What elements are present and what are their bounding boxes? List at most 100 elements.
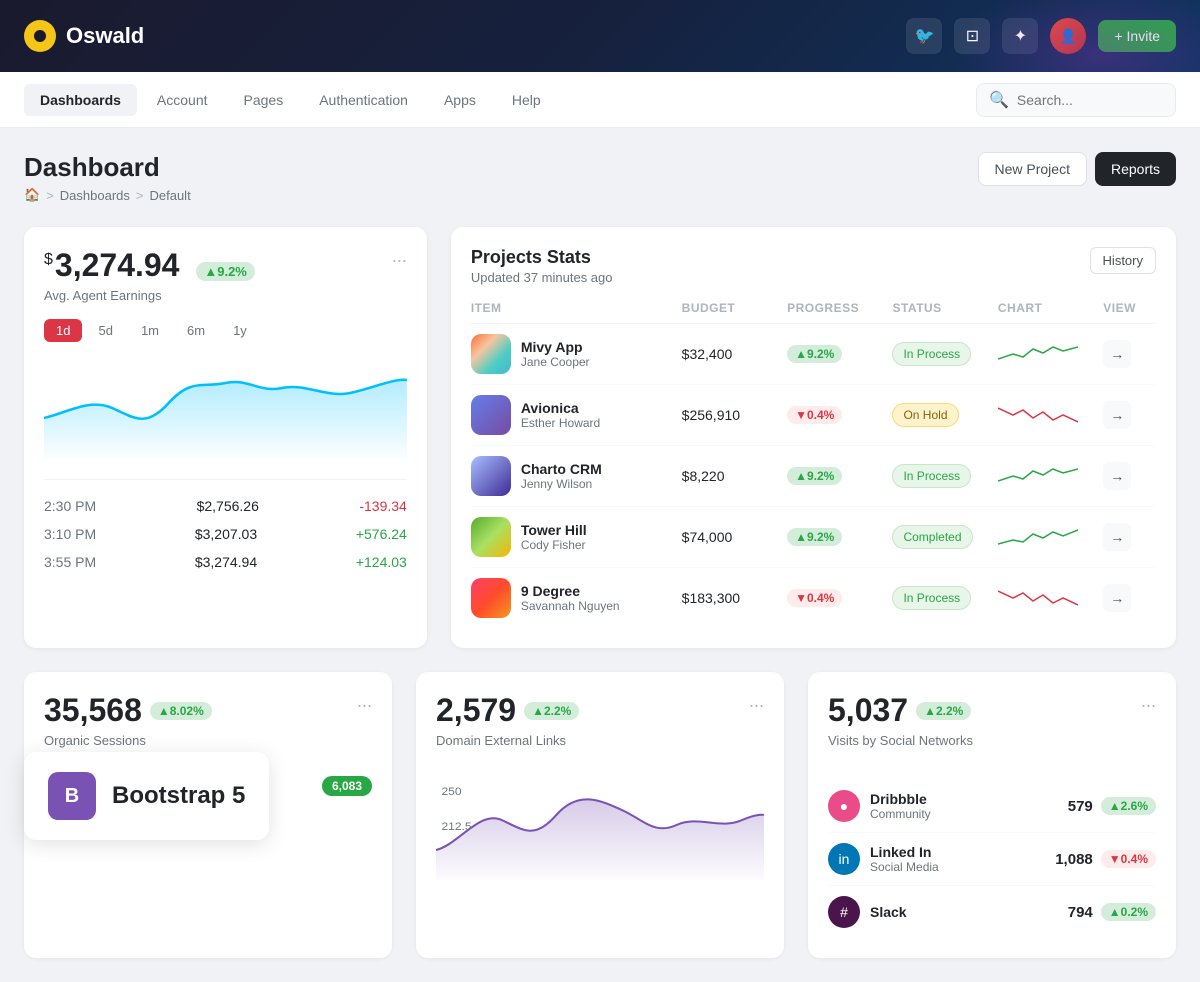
- nav-item-authentication[interactable]: Authentication: [303, 84, 424, 116]
- sessions-label: Organic Sessions: [44, 733, 212, 748]
- slack-stats: 794 ▲0.2%: [1068, 903, 1156, 921]
- project-name-area-3: Charto CRM Jenny Wilson: [521, 461, 602, 491]
- col-item: ITEM: [471, 301, 682, 315]
- nav-item-pages[interactable]: Pages: [228, 84, 300, 116]
- breadcrumb-sep2: >: [136, 188, 144, 203]
- invite-button[interactable]: + Invite: [1098, 20, 1176, 52]
- dribbble-icon: ●: [828, 790, 860, 822]
- project-icon-3: [471, 456, 511, 496]
- project-icon-5: [471, 578, 511, 618]
- col-status: STATUS: [892, 301, 997, 315]
- social-info-slack: # Slack: [828, 896, 907, 928]
- domain-value-row: 2,579 ▲2.2%: [436, 692, 579, 729]
- country-value: 6,083: [322, 776, 372, 796]
- project-person-5: Savannah Nguyen: [521, 599, 620, 613]
- domain-card: 2,579 ▲2.2% Domain External Links ...: [416, 672, 784, 958]
- progress-2: ▼0.4%: [787, 406, 892, 424]
- earnings-more-btn[interactable]: ...: [392, 247, 407, 265]
- svg-text:250: 250: [441, 786, 461, 797]
- col-progress: PROGRESS: [787, 301, 892, 315]
- earnings-amount: $3,274.94 ▲9.2%: [44, 247, 255, 284]
- sessions-value: 35,568: [44, 692, 142, 729]
- sessions-more-btn[interactable]: ...: [357, 692, 372, 710]
- project-row-4: Tower Hill Cody Fisher $74,000 ▲9.2% Com…: [471, 507, 1156, 568]
- notifications-icon[interactable]: 🐦: [906, 18, 942, 54]
- history-button[interactable]: History: [1090, 247, 1156, 274]
- earnings-table: 2:30 PM $2,756.26 -139.34 3:10 PM $3,207…: [44, 479, 407, 576]
- time-filter-5d[interactable]: 5d: [86, 319, 124, 342]
- time-filter-1m[interactable]: 1m: [129, 319, 171, 342]
- col-budget: BUDGET: [682, 301, 787, 315]
- user-avatar[interactable]: 👤: [1050, 18, 1086, 54]
- social-row-dribbble: ● Dribbble Community 579 ▲2.6%: [828, 780, 1156, 833]
- nav-item-help[interactable]: Help: [496, 84, 557, 116]
- view-btn-5[interactable]: →: [1103, 584, 1131, 612]
- social-row-slack: # Slack 794 ▲0.2%: [828, 886, 1156, 938]
- domain-value: 2,579: [436, 692, 516, 729]
- project-name-1: Mivy App: [521, 339, 590, 355]
- messages-icon[interactable]: ⊡: [954, 18, 990, 54]
- new-project-button[interactable]: New Project: [978, 152, 1087, 186]
- social-badge: ▲2.2%: [916, 702, 971, 720]
- social-info-dribbble: ● Dribbble Community: [828, 790, 931, 822]
- project-person-2: Esther Howard: [521, 416, 600, 430]
- view-3: →: [1103, 462, 1156, 490]
- earnings-badge: ▲9.2%: [196, 262, 255, 281]
- earnings-chart: [44, 358, 407, 463]
- time-filter-1d[interactable]: 1d: [44, 319, 82, 342]
- app-name: Oswald: [66, 23, 144, 49]
- social-name-area-slack: Slack: [870, 904, 907, 920]
- domain-main: 2,579 ▲2.2% Domain External Links: [436, 692, 579, 764]
- progress-4: ▲9.2%: [787, 528, 892, 546]
- nav-item-account[interactable]: Account: [141, 84, 224, 116]
- project-name-3: Charto CRM: [521, 461, 602, 477]
- project-name-5: 9 Degree: [521, 583, 620, 599]
- project-icon-1: [471, 334, 511, 374]
- change-2: +576.24: [356, 526, 407, 542]
- domain-chart: 250 212.5: [436, 780, 764, 880]
- reports-button[interactable]: Reports: [1095, 152, 1176, 186]
- view-btn-1[interactable]: →: [1103, 340, 1131, 368]
- social-more-btn[interactable]: ...: [1141, 692, 1156, 710]
- breadcrumb-dashboards[interactable]: Dashboards: [60, 188, 130, 203]
- chart-2: [998, 400, 1103, 430]
- page-header: Dashboard 🏠 > Dashboards > Default New P…: [24, 152, 1176, 203]
- view-btn-4[interactable]: →: [1103, 523, 1131, 551]
- domain-more-btn[interactable]: ...: [749, 692, 764, 710]
- view-btn-2[interactable]: →: [1103, 401, 1131, 429]
- search-input[interactable]: [1017, 92, 1163, 108]
- projects-header: Projects Stats Updated 37 minutes ago Hi…: [471, 247, 1156, 285]
- earnings-currency: $: [44, 251, 53, 268]
- budget-5: $183,300: [682, 590, 787, 606]
- project-info-3: Charto CRM Jenny Wilson: [471, 456, 682, 496]
- nav-item-apps[interactable]: Apps: [428, 84, 492, 116]
- view-btn-3[interactable]: →: [1103, 462, 1131, 490]
- project-info-4: Tower Hill Cody Fisher: [471, 517, 682, 557]
- view-5: →: [1103, 584, 1156, 612]
- breadcrumb-default: Default: [149, 188, 190, 203]
- earnings-card: $3,274.94 ▲9.2% Avg. Agent Earnings ... …: [24, 227, 427, 648]
- earnings-row-2: 3:10 PM $3,207.03 +576.24: [44, 520, 407, 548]
- dribbble-badge: ▲2.6%: [1101, 797, 1156, 815]
- bootstrap-icon: B: [48, 772, 96, 820]
- search-box: 🔍: [976, 83, 1176, 117]
- earnings-label: Avg. Agent Earnings: [44, 288, 255, 303]
- linkedin-stats: 1,088 ▼0.4%: [1055, 850, 1156, 868]
- dribbble-val: 579: [1068, 798, 1093, 815]
- project-name-4: Tower Hill: [521, 522, 587, 538]
- social-header: 5,037 ▲2.2% Visits by Social Networks ..…: [828, 692, 1156, 764]
- progress-5: ▼0.4%: [787, 589, 892, 607]
- linkedin-name: Linked In: [870, 844, 939, 860]
- svg-text:212.5: 212.5: [441, 821, 471, 832]
- share-icon[interactable]: ✦: [1002, 18, 1038, 54]
- page-title-area: Dashboard 🏠 > Dashboards > Default: [24, 152, 191, 203]
- progress-1: ▲9.2%: [787, 345, 892, 363]
- social-value: 5,037: [828, 692, 908, 729]
- time-filter-1y[interactable]: 1y: [221, 319, 259, 342]
- earnings-row-1: 2:30 PM $2,756.26 -139.34: [44, 492, 407, 520]
- nav-item-dashboards[interactable]: Dashboards: [24, 84, 137, 116]
- chart-5: [998, 583, 1103, 613]
- slack-val: 794: [1068, 904, 1093, 921]
- time-filter-6m[interactable]: 6m: [175, 319, 217, 342]
- view-2: →: [1103, 401, 1156, 429]
